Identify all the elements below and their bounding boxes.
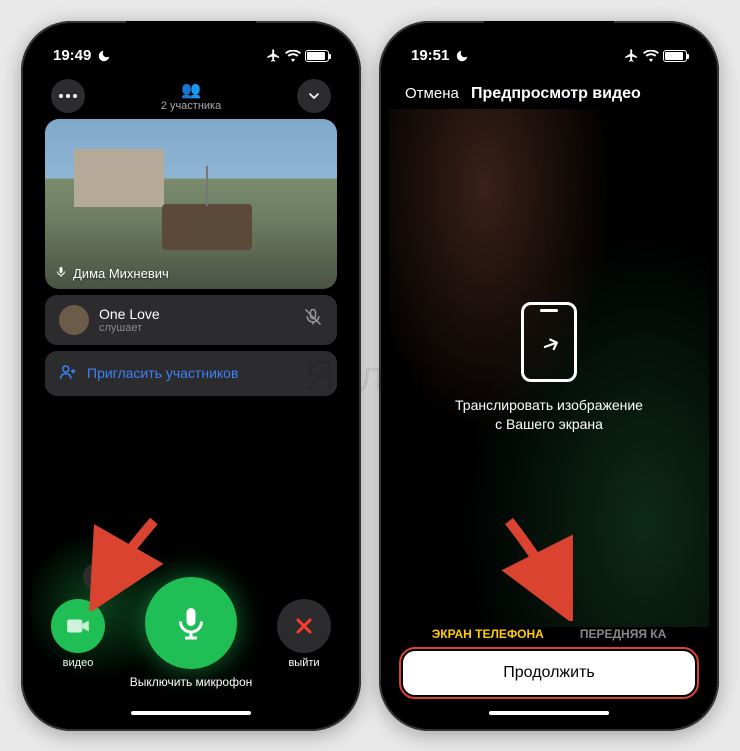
airplane-mode-icon — [266, 48, 281, 63]
preview-header: Отмена Предпросмотр видео — [389, 75, 709, 109]
screen-cast-icon — [521, 302, 577, 382]
battery-icon — [663, 50, 687, 62]
people-icon: 👥 — [161, 80, 221, 100]
self-participant-name: Дима Михневич — [73, 266, 169, 281]
invite-icon — [59, 363, 77, 384]
wifi-icon — [285, 50, 301, 62]
notch — [126, 21, 256, 47]
continue-button[interactable]: Продолжить — [403, 651, 695, 695]
tab-phone-screen[interactable]: ЭКРАН ТЕЛЕФОНА — [432, 627, 544, 641]
home-indicator[interactable] — [131, 711, 251, 715]
leave-call-button[interactable] — [277, 599, 331, 653]
participants-count: 2 участника — [161, 100, 221, 112]
video-button[interactable] — [51, 599, 105, 653]
phone-left: 19:49 👥 2 участника — [21, 21, 361, 731]
cast-text-line2: с Вашего экрана — [455, 415, 643, 434]
video-source-tabs: ЭКРАН ТЕЛЕФОНА ПЕРЕДНЯЯ КА — [389, 627, 709, 651]
call-controls: видео выйти Выключить микрофон — [31, 577, 351, 711]
mic-button-label: Выключить микрофон — [51, 675, 331, 689]
do-not-disturb-icon — [97, 49, 111, 63]
preview-body: Транслировать изображение с Вашего экран… — [389, 109, 709, 627]
invite-participants-button[interactable]: Пригласить участников — [45, 351, 337, 396]
home-indicator[interactable] — [489, 711, 609, 715]
self-video-tile[interactable]: Дима Михневич — [45, 119, 337, 289]
do-not-disturb-icon — [455, 49, 469, 63]
collapse-button[interactable] — [297, 79, 331, 113]
notch — [484, 21, 614, 47]
avatar — [59, 305, 89, 335]
leave-button-label: выйти — [288, 657, 319, 669]
wifi-icon — [643, 50, 659, 62]
muted-mic-icon — [303, 307, 323, 332]
tab-front-camera[interactable]: ПЕРЕДНЯЯ КА — [580, 627, 666, 641]
screen-call: 19:49 👥 2 участника — [31, 31, 351, 721]
switch-camera-button[interactable] — [83, 563, 111, 591]
call-header: 👥 2 участника — [31, 75, 351, 119]
cast-text-line1: Транслировать изображение — [455, 396, 643, 415]
phone-right: 19:51 Отмена Предпросмотр видео — [379, 21, 719, 731]
invite-label: Пригласить участников — [87, 365, 238, 381]
preview-title: Предпросмотр видео — [419, 85, 693, 103]
status-time: 19:51 — [411, 47, 449, 64]
participant-status: слушает — [99, 322, 293, 334]
more-options-button[interactable] — [51, 79, 85, 113]
mic-indicator-icon — [55, 266, 67, 281]
screen-preview: 19:51 Отмена Предпросмотр видео — [389, 31, 709, 721]
battery-icon — [305, 50, 329, 62]
video-button-label: видео — [63, 657, 94, 669]
airplane-mode-icon — [624, 48, 639, 63]
participant-row[interactable]: One Love слушает — [45, 295, 337, 345]
mute-mic-button[interactable] — [145, 577, 237, 669]
participant-name: One Love — [99, 306, 293, 322]
status-time: 19:49 — [53, 47, 91, 64]
video-preview — [45, 119, 337, 289]
participants-info[interactable]: 👥 2 участника — [161, 80, 221, 112]
